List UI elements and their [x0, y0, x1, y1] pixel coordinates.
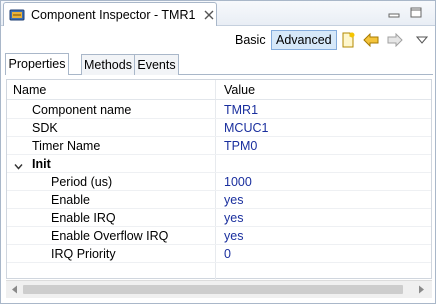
view-title: Component Inspector - TMR1: [31, 7, 196, 22]
view-tab[interactable]: Component Inspector - TMR1: [3, 2, 217, 26]
tab-methods[interactable]: Methods: [81, 54, 135, 75]
table-row[interactable]: Enable IRQ yes: [7, 209, 431, 227]
component-inspector-icon: [9, 8, 25, 22]
inspector-tabs: Properties Methods Events: [5, 53, 433, 75]
table-row[interactable]: Timer Name TPM0: [7, 137, 431, 155]
basic-mode-button[interactable]: Basic: [231, 31, 270, 49]
table-row[interactable]: Period (us) 1000: [7, 173, 431, 191]
new-component-icon[interactable]: [339, 31, 357, 49]
column-header-value[interactable]: Value: [224, 83, 255, 97]
table-row-group[interactable]: Init: [7, 155, 431, 173]
property-value[interactable]: TMR1: [224, 103, 258, 117]
component-inspector-window: Component Inspector - TMR1 Basic Advance…: [0, 0, 436, 304]
back-arrow-icon[interactable]: [362, 31, 380, 49]
property-value[interactable]: yes: [224, 229, 243, 243]
minimize-icon[interactable]: [388, 7, 401, 18]
table-header: Name Value: [7, 80, 431, 100]
property-value[interactable]: TPM0: [224, 139, 257, 153]
property-value[interactable]: yes: [224, 211, 243, 225]
table-row[interactable]: Enable yes: [7, 191, 431, 209]
property-name: Period (us): [51, 175, 113, 189]
properties-table: Name Value Component name TMR1 SDK MCUC1…: [6, 79, 432, 280]
view-title-bar: Component Inspector - TMR1: [1, 1, 435, 26]
property-name: Enable Overflow IRQ: [51, 229, 169, 243]
table-row[interactable]: Component name TMR1: [7, 101, 431, 119]
tab-events[interactable]: Events: [134, 54, 179, 75]
scrollbar-thumb[interactable]: [23, 285, 403, 294]
table-row[interactable]: SDK MCUC1: [7, 119, 431, 137]
property-name: Enable: [51, 193, 90, 207]
horizontal-scrollbar[interactable]: [6, 280, 432, 298]
view-menu-icon[interactable]: [413, 31, 431, 49]
property-value[interactable]: 1000: [224, 175, 252, 189]
property-value[interactable]: MCUC1: [224, 121, 268, 135]
property-name: IRQ Priority: [51, 247, 116, 261]
property-name: Component name: [32, 103, 132, 117]
chevron-down-icon[interactable]: [14, 160, 23, 170]
scroll-left-icon[interactable]: [6, 281, 23, 298]
property-name: Enable IRQ: [51, 211, 116, 225]
property-name: Timer Name: [32, 139, 101, 153]
advanced-mode-button[interactable]: Advanced: [271, 30, 337, 50]
property-value[interactable]: 0: [224, 247, 231, 261]
table-row[interactable]: Enable Overflow IRQ yes: [7, 227, 431, 245]
column-header-name[interactable]: Name: [13, 83, 46, 97]
group-name: Init: [32, 157, 51, 171]
toolbar: Basic Advanced: [1, 27, 435, 51]
property-value[interactable]: yes: [224, 193, 243, 207]
scroll-right-icon[interactable]: [413, 281, 430, 298]
property-name: SDK: [32, 121, 58, 135]
tab-properties[interactable]: Properties: [5, 53, 69, 75]
maximize-icon[interactable]: [410, 7, 423, 18]
close-icon[interactable]: [203, 9, 215, 21]
table-row[interactable]: IRQ Priority 0: [7, 245, 431, 263]
forward-arrow-icon[interactable]: [386, 31, 404, 49]
